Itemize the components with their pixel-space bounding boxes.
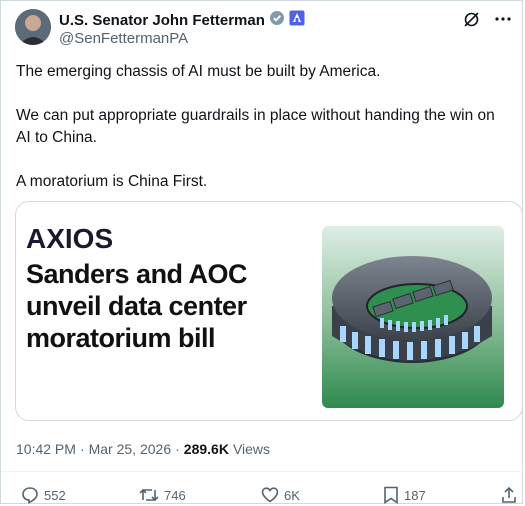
meta-separator: ·: [175, 441, 180, 457]
svg-text:AXIOS: AXIOS: [26, 224, 113, 252]
more-options-icon[interactable]: [494, 10, 512, 28]
grok-icon[interactable]: [462, 10, 480, 28]
bookmark-button[interactable]: 187: [383, 486, 426, 504]
author-name[interactable]: U.S. Senator John Fetterman: [59, 12, 265, 29]
author-handle[interactable]: @SenFettermanPA: [59, 30, 188, 47]
bookmark-icon: [384, 486, 398, 504]
reply-count: 552: [44, 487, 66, 503]
top-actions: [462, 10, 512, 28]
repost-icon: [139, 488, 159, 502]
like-button[interactable]: 6K: [261, 486, 300, 504]
repost-button[interactable]: 746: [139, 486, 186, 504]
link-card[interactable]: AXIOS Sanders and AOC unveil data center…: [15, 201, 523, 421]
tweet: U.S. Senator John Fetterman @SenFetterma…: [0, 0, 524, 506]
reply-icon: [22, 487, 38, 504]
axios-logo: AXIOS: [26, 223, 126, 259]
author-name-row[interactable]: U.S. Senator John Fetterman: [59, 10, 305, 30]
verified-badge-icon: [269, 10, 285, 30]
tweet-date[interactable]: Mar 25, 2026: [89, 441, 172, 457]
card-headline: Sanders and AOC unveil data center morat…: [26, 259, 248, 353]
tweet-time[interactable]: 10:42 PM: [16, 441, 76, 457]
meta-separator: ·: [79, 441, 85, 457]
like-count: 6K: [284, 487, 300, 503]
avatar[interactable]: [15, 9, 51, 45]
share-button[interactable]: [501, 486, 517, 504]
bookmark-count: 187: [404, 487, 426, 503]
tweet-paragraph: The emerging chassis of AI must be built…: [16, 63, 381, 80]
views-label: Views: [232, 441, 271, 457]
repost-count: 746: [164, 487, 186, 503]
government-badge-icon: [289, 10, 305, 30]
tweet-paragraph: A moratorium is China First.: [16, 173, 208, 190]
action-bar: 552 746 6K 187: [1, 471, 524, 506]
views-count: 289.6K: [183, 441, 229, 457]
tweet-paragraph: We can put appropriate guardrails in pla…: [16, 107, 495, 146]
data-center-illustration: [322, 226, 504, 408]
share-icon: [502, 486, 516, 503]
tweet-text: The emerging chassis of AI must be built…: [16, 61, 511, 215]
heart-icon: [261, 487, 279, 503]
reply-button[interactable]: 552: [21, 486, 66, 504]
tweet-meta: 10:42 PM · Mar 25, 2026 · 289.6K Views: [16, 441, 270, 457]
axios-wordmark-icon: AXIOS: [26, 223, 113, 254]
